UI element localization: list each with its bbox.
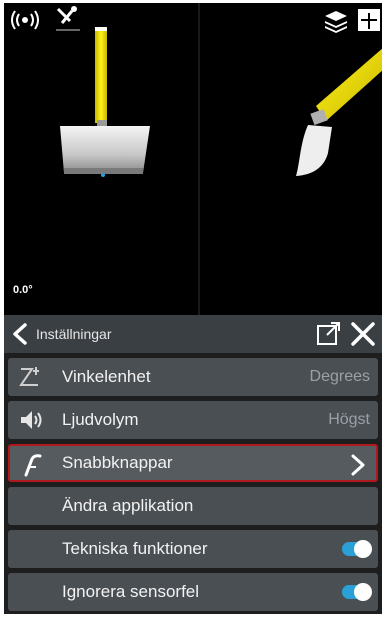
side-view-graphic	[296, 48, 382, 176]
ignore-sensor-error-toggle[interactable]	[342, 583, 372, 601]
setting-row-angle-unit[interactable]: Vinkelenhet Degrees	[8, 358, 378, 396]
setting-label: Ljudvolym	[62, 410, 139, 429]
setting-row-quick-buttons[interactable]: Snabbknappar	[8, 444, 378, 482]
chevron-right-icon	[350, 454, 366, 476]
gps-off-icon[interactable]	[54, 5, 82, 35]
setting-value: Degrees	[309, 368, 370, 385]
setting-label: Vinkelenhet	[62, 367, 151, 386]
technical-functions-toggle[interactable]	[342, 540, 372, 558]
bucket-front	[60, 126, 150, 173]
machine-viewport[interactable]: 0.0°	[4, 3, 382, 315]
toggle-knob	[354, 540, 372, 558]
setting-row-technical-functions[interactable]: Tekniska funktioner	[8, 530, 378, 568]
bucket-mount	[97, 120, 107, 126]
panel-header: Inställningar	[4, 315, 382, 353]
setting-label: Ignorera sensorfel	[62, 582, 200, 601]
machine-box-icon[interactable]	[356, 7, 382, 33]
speaker-icon	[18, 408, 44, 432]
app-frame: 0.0° Inställningar Vinkelenhet Degrees L…	[4, 3, 382, 614]
setting-label: Snabbknappar	[62, 453, 173, 472]
setting-row-ignore-sensor-error[interactable]: Ignorera sensorfel	[8, 573, 378, 611]
stick-side	[316, 48, 382, 121]
back-button[interactable]	[10, 323, 30, 345]
bucket-side	[296, 125, 332, 176]
arm-front	[95, 27, 107, 123]
front-view-graphic	[60, 27, 150, 177]
setting-label: Ändra applikation	[62, 496, 194, 515]
setting-value: Högst	[328, 411, 370, 428]
page-title: Inställningar	[36, 326, 112, 342]
popout-button[interactable]	[316, 322, 342, 346]
toggle-knob	[354, 583, 372, 601]
layers-icon[interactable]	[324, 9, 348, 33]
quick-buttons-icon	[20, 453, 46, 477]
chevron-left-icon	[13, 323, 27, 345]
external-window-icon	[317, 322, 340, 345]
setting-row-volume[interactable]: Ljudvolym Högst	[8, 401, 378, 439]
setting-label: Tekniska funktioner	[62, 539, 208, 558]
angle-unit-icon	[18, 365, 44, 389]
settings-panel: Inställningar Vinkelenhet Degrees Ljudvo…	[4, 315, 382, 614]
setting-row-change-application[interactable]: Ändra applikation	[8, 487, 378, 525]
close-icon	[351, 322, 375, 346]
close-button[interactable]	[350, 322, 376, 346]
angle-readout: 0.0°	[13, 284, 33, 296]
signal-icon[interactable]	[10, 9, 40, 31]
